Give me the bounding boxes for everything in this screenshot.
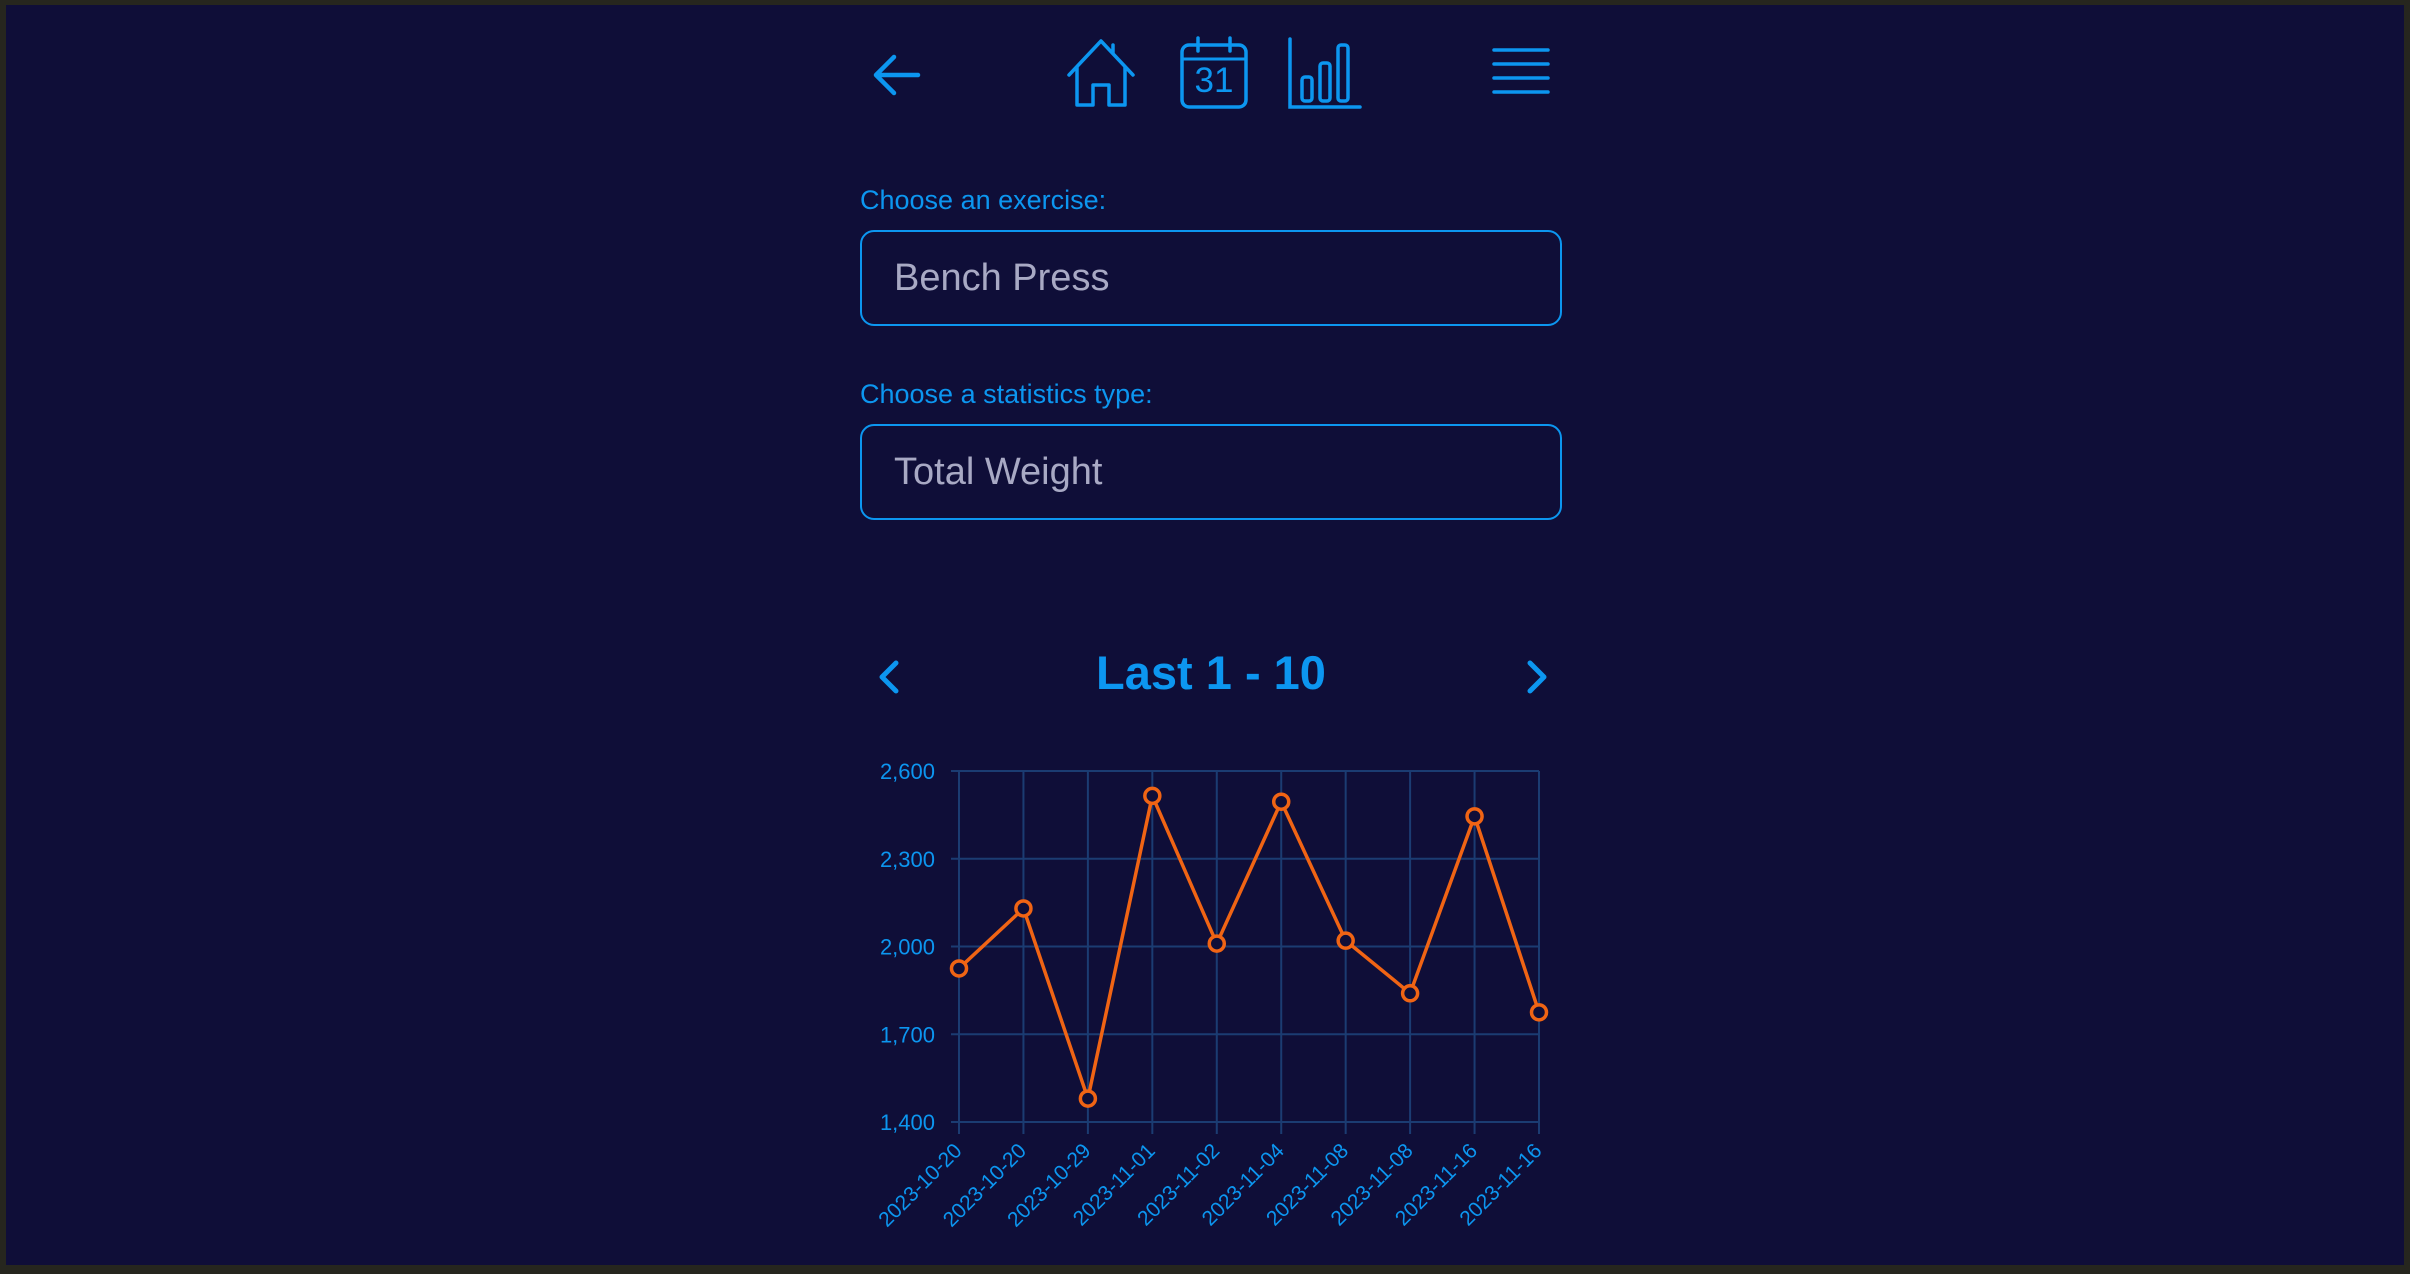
arrow-left-icon [873, 54, 921, 96]
y-tick-label: 2,600 [880, 759, 935, 784]
back-button[interactable] [866, 45, 926, 105]
data-point [1465, 807, 1484, 826]
range-pager: Last 1 - 10 [856, 635, 1566, 715]
data-point [1143, 786, 1162, 806]
next-page-button[interactable] [1516, 655, 1556, 699]
data-point [1014, 899, 1033, 918]
bar-chart-icon [1288, 37, 1362, 109]
data-point [1529, 1003, 1549, 1022]
statistics-type-label: Choose a statistics type: [860, 379, 1153, 409]
menu-button[interactable] [1488, 40, 1554, 106]
data-point [1207, 934, 1227, 953]
y-tick-label: 2,000 [880, 935, 935, 960]
total-weight-line-chart: 2,6002,3002,0001,7001,4002023-10-202023-… [874, 759, 1549, 1231]
exercise-select[interactable]: Bench Press [860, 230, 1562, 326]
chevron-right-icon [1527, 660, 1547, 694]
data-point [949, 959, 969, 978]
range-title: Last 1 - 10 [1096, 646, 1326, 699]
home-icon [1067, 39, 1135, 107]
data-point [1078, 1089, 1098, 1108]
calendar-button[interactable]: 31 [1174, 33, 1254, 113]
statistics-page: 31 Choose an exercise: Bench Press Choos… [856, 5, 1566, 1265]
y-tick-label: 1,400 [880, 1110, 935, 1135]
exercise-label: Choose an exercise: [860, 185, 1107, 215]
data-point [1336, 931, 1355, 950]
statistics-button[interactable] [1284, 33, 1364, 113]
y-tick-label: 2,300 [880, 847, 935, 872]
statistics-type-select[interactable]: Total Weight [860, 424, 1562, 520]
y-tick-label: 1,700 [880, 1022, 935, 1047]
app-window: 31 Choose an exercise: Bench Press Choos… [6, 5, 2404, 1265]
hamburger-menu-icon [1492, 48, 1550, 94]
home-button[interactable] [1061, 33, 1141, 113]
data-point [1400, 984, 1420, 1003]
top-navigation-bar: 31 [856, 5, 1566, 135]
data-point [1271, 792, 1291, 811]
calendar-day-number: 31 [1194, 61, 1234, 100]
